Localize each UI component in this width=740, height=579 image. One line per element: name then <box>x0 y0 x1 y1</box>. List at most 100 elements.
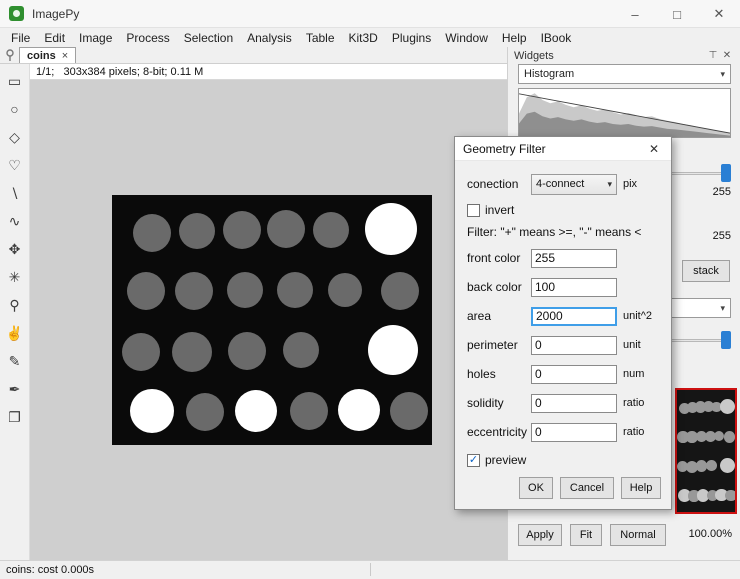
panel-close-icon[interactable]: ✕ <box>720 49 734 62</box>
geometry-filter-dialog: Geometry Filter ✕ conection 4-connect ▾ … <box>454 136 672 510</box>
menu-plugins[interactable]: Plugins <box>385 29 438 47</box>
menu-table[interactable]: Table <box>299 29 342 47</box>
thumbnail-image <box>677 390 735 512</box>
dialog-close-icon[interactable]: ✕ <box>645 142 663 156</box>
area-unit: unit^2 <box>623 310 652 322</box>
back-color-input[interactable] <box>531 278 617 297</box>
tool-magic-wand[interactable]: ✳ <box>3 265 27 289</box>
menu-file[interactable]: File <box>4 29 37 47</box>
tool-pencil[interactable]: ✎ <box>3 349 27 373</box>
holes-unit: num <box>623 368 644 380</box>
dock-pin-icon[interactable] <box>3 48 17 62</box>
coin <box>227 272 263 308</box>
menu-help[interactable]: Help <box>495 29 534 47</box>
help-button[interactable]: Help <box>621 477 661 499</box>
tool-pen[interactable]: ✒ <box>3 377 27 401</box>
zoom-icon: ⚲ <box>9 297 19 314</box>
coins-image[interactable] <box>112 195 432 445</box>
front-color-row: front color <box>455 247 673 269</box>
stack-button[interactable]: stack <box>682 260 730 282</box>
curve-icon: ∿ <box>9 213 21 230</box>
menu-kit3d[interactable]: Kit3D <box>342 29 385 47</box>
coin <box>122 333 160 371</box>
preview-checkbox[interactable]: ✓ <box>467 454 480 467</box>
histogram-plot[interactable] <box>518 88 731 138</box>
normal-button[interactable]: Normal <box>610 524 666 546</box>
dialog-title-bar[interactable]: Geometry Filter ✕ <box>455 137 671 161</box>
chevron-down-icon: ▾ <box>720 303 725 314</box>
tab-coins[interactable]: coins × <box>19 47 76 63</box>
slider-handle[interactable] <box>721 164 731 182</box>
tab-close-icon[interactable]: × <box>62 50 68 62</box>
eccentricity-row: eccentricity ratio <box>455 421 673 443</box>
tool-stamp[interactable]: ❐ <box>3 405 27 429</box>
rectangle-select-icon: ▭ <box>8 73 21 90</box>
area-label: area <box>467 309 491 323</box>
solidity-unit: ratio <box>623 397 644 409</box>
tool-line[interactable]: ∖ <box>3 181 27 205</box>
polygon-select-icon: ◇ <box>9 129 20 146</box>
image-thumbnail[interactable] <box>675 388 737 514</box>
thumb-coin <box>714 431 724 441</box>
tool-polygon-select[interactable]: ◇ <box>3 125 27 149</box>
tool-rectangle-select[interactable]: ▭ <box>3 69 27 93</box>
tool-ellipse-select[interactable]: ○ <box>3 97 27 121</box>
tool-curve[interactable]: ∿ <box>3 209 27 233</box>
coin <box>338 389 380 431</box>
tool-zoom[interactable]: ⚲ <box>3 293 27 317</box>
holes-label: holes <box>467 367 496 381</box>
menu-selection[interactable]: Selection <box>177 29 240 47</box>
stamp-icon: ❐ <box>8 409 21 426</box>
close-button[interactable]: ✕ <box>698 0 740 28</box>
coin <box>283 332 319 368</box>
back-color-row: back color <box>455 276 673 298</box>
coin <box>381 272 419 310</box>
slider-handle[interactable] <box>721 331 731 349</box>
apply-button[interactable]: Apply <box>518 524 562 546</box>
menu-ibook[interactable]: IBook <box>534 29 579 47</box>
coin <box>175 272 213 310</box>
thumb-coin <box>720 399 736 415</box>
tool-hand[interactable]: ✌ <box>3 321 27 345</box>
preview-label: preview <box>485 453 526 467</box>
menu-process[interactable]: Process <box>119 29 176 47</box>
area-input[interactable] <box>531 307 617 326</box>
window-title: ImagePy <box>32 7 79 21</box>
coin <box>313 212 349 248</box>
solidity-input[interactable] <box>531 394 617 413</box>
magic-wand-icon: ✳ <box>9 269 21 286</box>
invert-row: invert <box>455 199 673 221</box>
tool-move[interactable]: ✥ <box>3 237 27 261</box>
coin <box>133 214 171 252</box>
coin <box>179 213 215 249</box>
move-icon: ✥ <box>9 241 21 258</box>
holes-input[interactable] <box>531 365 617 384</box>
connection-select[interactable]: 4-connect ▾ <box>531 174 617 195</box>
app-icon <box>9 6 24 21</box>
invert-label: invert <box>485 203 514 217</box>
perimeter-label: perimeter <box>467 338 518 352</box>
perimeter-input[interactable] <box>531 336 617 355</box>
menu-image[interactable]: Image <box>72 29 119 47</box>
coin <box>290 392 328 430</box>
front-color-input[interactable] <box>531 249 617 268</box>
menu-analysis[interactable]: Analysis <box>240 29 299 47</box>
pin-icon[interactable]: ⊤ <box>706 49 720 62</box>
fit-button[interactable]: Fit <box>570 524 602 546</box>
title-bar[interactable]: ImagePy – □ ✕ <box>0 0 740 28</box>
menu-window[interactable]: Window <box>438 29 495 47</box>
ok-button[interactable]: OK <box>519 477 553 499</box>
back-color-label: back color <box>467 280 522 294</box>
widget-selector[interactable]: Histogram ▾ <box>518 64 731 84</box>
invert-checkbox[interactable] <box>467 204 480 217</box>
tool-freehand-select[interactable]: ♡ <box>3 153 27 177</box>
solidity-row: solidity ratio <box>455 392 673 414</box>
connection-row: conection 4-connect ▾ pix <box>455 173 673 195</box>
maximize-button[interactable]: □ <box>656 0 698 28</box>
menu-edit[interactable]: Edit <box>37 29 72 47</box>
connection-value: 4-connect <box>536 178 584 190</box>
minimize-button[interactable]: – <box>614 0 656 28</box>
cancel-button[interactable]: Cancel <box>560 477 614 499</box>
eccentricity-input[interactable] <box>531 423 617 442</box>
ellipse-select-icon: ○ <box>10 101 18 117</box>
